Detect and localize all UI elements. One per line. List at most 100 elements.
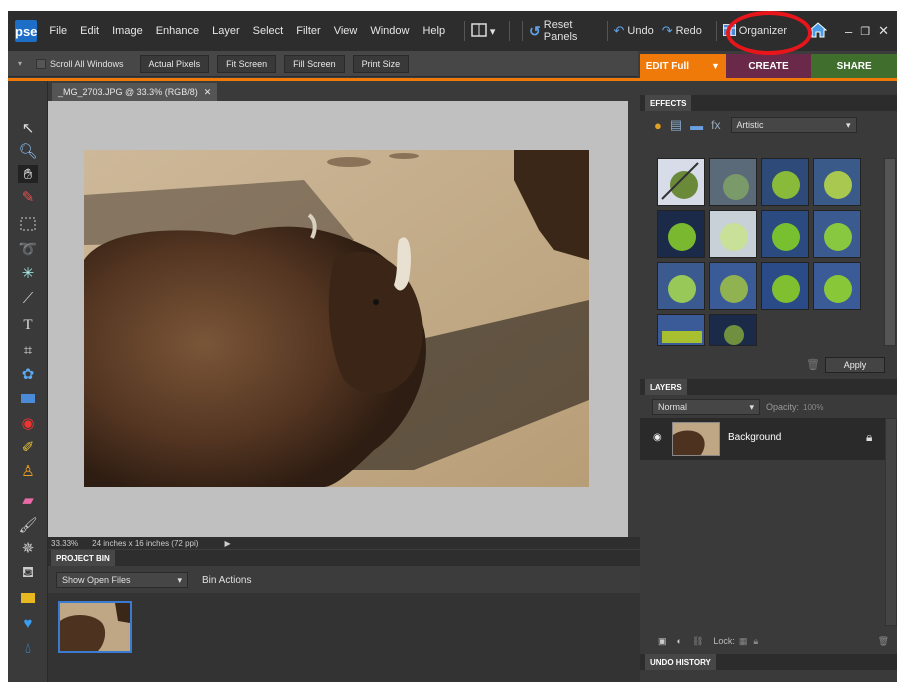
home-button[interactable]	[808, 21, 828, 41]
trash-icon[interactable]: 🗑︎	[806, 358, 820, 371]
options-menu-icon[interactable]: ▾	[18, 59, 22, 68]
clone-stamp-tool[interactable]: ♙	[18, 462, 38, 480]
effect-thumbnail[interactable]	[657, 314, 705, 346]
tab-share[interactable]: SHARE	[811, 54, 897, 78]
paint-bucket-tool[interactable]: ⛾	[18, 564, 38, 582]
organizer-button[interactable]: Organizer	[722, 23, 787, 39]
layers-tab[interactable]: LAYERS	[645, 379, 687, 395]
menu-image[interactable]: Image	[112, 25, 143, 37]
straighten-tool[interactable]	[18, 389, 38, 407]
lock-transparency-icon[interactable]: ▦	[739, 636, 748, 647]
hand-tool[interactable]: ✋︎	[18, 165, 38, 183]
quick-selection-tool[interactable]: ⟋	[18, 289, 38, 307]
effects-tab[interactable]: EFFECTS	[645, 95, 692, 111]
marquee-tool[interactable]	[18, 215, 38, 233]
fill-screen-button[interactable]: Fill Screen	[284, 54, 345, 73]
link-icon[interactable]: ⛓︎	[692, 636, 703, 647]
effect-thumbnail[interactable]	[813, 158, 861, 206]
menu-enhance[interactable]: Enhance	[156, 25, 199, 37]
status-menu-arrow-icon[interactable]: ▶	[224, 539, 230, 548]
new-layer-icon[interactable]: ▣	[658, 636, 667, 647]
fit-screen-button[interactable]: Fit Screen	[217, 54, 277, 73]
undo-history-tab[interactable]: UNDO HISTORY	[645, 654, 716, 670]
menu-edit[interactable]: Edit	[80, 25, 99, 37]
effect-thumbnail[interactable]	[813, 262, 861, 310]
zoom-tool[interactable]: 🔍︎	[18, 142, 38, 160]
arrange-button[interactable]: ▾	[471, 22, 495, 40]
effect-thumbnail[interactable]	[657, 262, 705, 310]
effect-thumbnail[interactable]	[657, 210, 705, 258]
close-button[interactable]: ✕	[878, 23, 889, 39]
blur-tool[interactable]: 💧︎	[18, 639, 38, 657]
opacity-value[interactable]: 100%	[803, 403, 823, 412]
brush-tool[interactable]: 🖌︎	[18, 516, 38, 534]
layer-styles-icon[interactable]: ▤	[670, 117, 682, 133]
blend-mode-dropdown[interactable]: Normal ▾	[652, 399, 760, 415]
document-tab[interactable]: _MG_2703.JPG @ 33.3% (RGB/8) ✕	[52, 83, 218, 101]
visibility-eye-icon[interactable]: ◉	[653, 432, 662, 443]
tab-create[interactable]: CREATE	[725, 54, 812, 78]
menu-filter[interactable]: Filter	[296, 25, 320, 37]
close-icon[interactable]: ✕	[204, 87, 212, 98]
layer-row-background[interactable]: ◉ Background 🔒︎	[640, 418, 885, 460]
tools-panel: ↖ 🔍︎ ✋︎ ✎ ➰ ✳ ⟋ T ⌗ ✿ ◉ ✐ ♙ ▰ 🖌︎ ✵ ⛾ ♥ 💧…	[8, 81, 48, 682]
lock-all-icon[interactable]: 🔒︎	[753, 636, 758, 647]
undo-button[interactable]: ↶ Undo	[614, 23, 654, 39]
panel-bin: EFFECTS ● ▤ ▬ fx Artistic ▾ 🗑︎ Apply LAY…	[640, 81, 897, 682]
shape-tool[interactable]: ♥	[18, 614, 38, 632]
menu-select[interactable]: Select	[253, 25, 284, 37]
spot-healing-tool[interactable]: ✐	[18, 438, 38, 456]
move-tool[interactable]: ↖	[18, 119, 38, 137]
eyedropper-tool[interactable]: ✎	[18, 188, 38, 206]
menu-window[interactable]: Window	[370, 25, 409, 37]
show-files-dropdown[interactable]: Show Open Files ▾	[56, 572, 188, 588]
gradient-tool[interactable]	[18, 589, 38, 607]
effects-scrollbar[interactable]	[884, 158, 896, 346]
minimize-button[interactable]: –	[845, 24, 852, 39]
red-eye-tool[interactable]: ◉	[18, 414, 38, 432]
open-file-thumbnail[interactable]	[58, 601, 132, 653]
redo-button[interactable]: ↷ Redo	[662, 23, 702, 39]
effects-category-dropdown[interactable]: Artistic ▾	[730, 117, 857, 133]
eraser-tool[interactable]: ▰	[18, 491, 38, 509]
effect-thumbnail[interactable]	[761, 210, 809, 258]
canvas-vertical-scrollbar[interactable]	[628, 101, 640, 537]
layers-scrollbar[interactable]	[885, 418, 897, 626]
bison-photo[interactable]	[84, 150, 589, 487]
crop-tool[interactable]: ⌗	[18, 341, 38, 359]
menu-help[interactable]: Help	[422, 25, 445, 37]
effect-thumbnail[interactable]	[709, 158, 757, 206]
adjustment-layer-icon[interactable]: ◐	[677, 636, 682, 646]
magic-wand-tool[interactable]: ✳	[18, 264, 38, 282]
bin-actions-menu[interactable]: Bin Actions	[202, 575, 251, 586]
lasso-tool[interactable]: ➰	[18, 240, 38, 258]
tab-edit-full[interactable]: EDIT Full ▼	[640, 54, 726, 78]
project-bin-tab[interactable]: PROJECT BIN	[51, 550, 115, 566]
effect-thumbnail[interactable]	[761, 262, 809, 310]
photo-effects-icon[interactable]: ▬	[690, 118, 703, 133]
cookie-cutter-tool[interactable]: ✿	[18, 365, 38, 383]
effect-thumbnail[interactable]	[709, 314, 757, 346]
apply-effect-button[interactable]: Apply	[825, 357, 885, 373]
menu-file[interactable]: File	[49, 25, 67, 37]
reset-panels-button[interactable]: ↺ Reset Panels	[529, 19, 593, 43]
canvas-area[interactable]	[48, 101, 628, 537]
effect-thumbnail[interactable]	[761, 158, 809, 206]
smart-brush-tool[interactable]: ✵	[18, 539, 38, 557]
menu-view[interactable]: View	[334, 25, 358, 37]
type-tool[interactable]: T	[18, 316, 38, 334]
effect-thumbnail[interactable]	[709, 210, 757, 258]
menu-layer[interactable]: Layer	[212, 25, 240, 37]
restore-button[interactable]: ❐	[860, 25, 870, 38]
zoom-level[interactable]: 33.33%	[51, 539, 78, 548]
delete-layer-icon[interactable]: 🗑︎	[878, 636, 889, 647]
filters-icon[interactable]: ●	[654, 118, 662, 133]
effect-thumbnail[interactable]	[709, 262, 757, 310]
divider	[464, 21, 465, 41]
print-size-button[interactable]: Print Size	[352, 54, 410, 73]
effect-thumbnail[interactable]	[657, 158, 705, 206]
actual-pixels-button[interactable]: Actual Pixels	[139, 54, 210, 73]
scroll-all-windows-checkbox[interactable]	[36, 58, 47, 69]
effect-thumbnail[interactable]	[813, 210, 861, 258]
show-all-effects-icon[interactable]: fx	[711, 118, 720, 132]
